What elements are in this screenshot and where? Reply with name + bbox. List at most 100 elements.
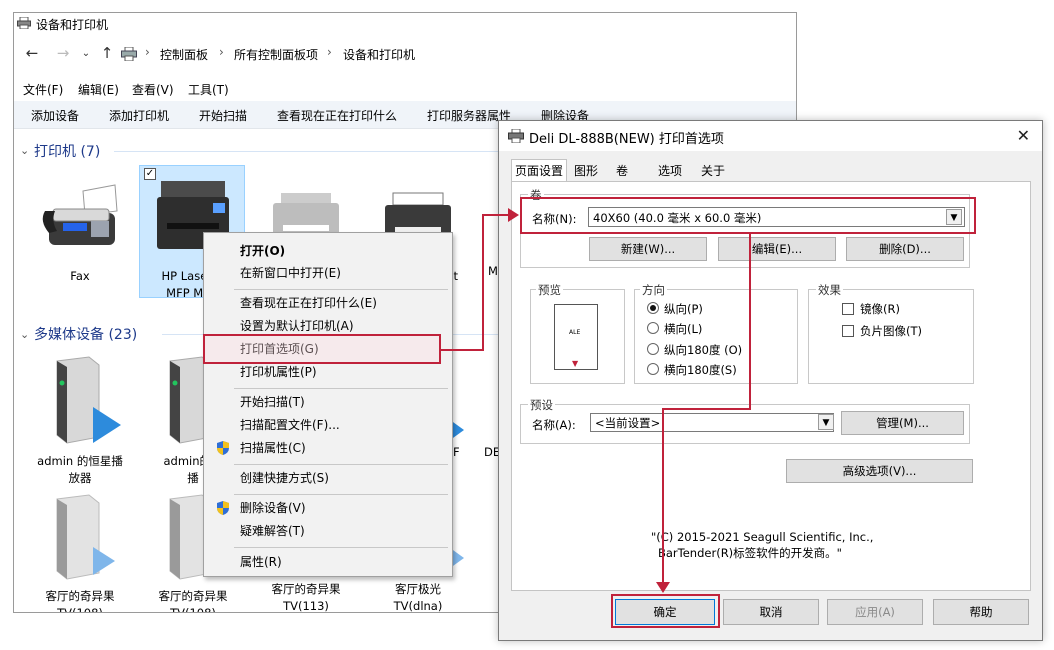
mirror-checkbox[interactable] (842, 303, 854, 315)
menu-separator (234, 388, 448, 389)
see-printing-button[interactable]: 查看现在正在打印什么 (277, 107, 397, 124)
media-server-icon (56, 494, 115, 580)
explorer-titlebar: 设备和打印机 (14, 13, 796, 35)
tab-options[interactable]: 选项 (655, 160, 685, 181)
menu-item-see-printing[interactable]: 查看现在正在打印什么(E) (204, 292, 452, 314)
menu-item-properties[interactable]: 属性(R) (204, 551, 452, 573)
device-label-line2: TV(dlna) (393, 599, 443, 613)
media-group-header[interactable]: 多媒体设备 (23) (34, 324, 137, 344)
menu-item-remove-device[interactable]: 删除设备(V) (204, 497, 452, 519)
dialog-titlebar: Deli DL-888B(NEW) 打印首选项 ✕ (499, 121, 1042, 151)
annotation-arrow (749, 234, 751, 410)
menu-separator (234, 464, 448, 465)
printer-icon (17, 17, 31, 29)
preview-text: ALE (569, 329, 581, 336)
back-arrow-icon[interactable]: ← (23, 44, 41, 62)
cancel-button[interactable]: 取消 (723, 599, 819, 625)
tab-roll[interactable]: 卷 (613, 160, 631, 181)
advanced-options-button[interactable]: 高级选项(V)... (786, 459, 973, 483)
arrowhead-icon (656, 582, 670, 593)
menu-item-printer-properties[interactable]: 打印机属性(P) (204, 361, 452, 383)
menu-tools[interactable]: 工具(T) (188, 81, 229, 98)
menu-item-open-new-window[interactable]: 在新窗口中打开(E) (204, 262, 452, 284)
printers-group-header[interactable]: 打印机 (7) (34, 141, 100, 161)
manage-presets-button[interactable]: 管理(M)... (841, 411, 964, 435)
device-label-line1: 客厅的奇异果 (271, 582, 341, 596)
window-title: 设备和打印机 (36, 18, 109, 32)
arrowhead-icon (508, 208, 519, 222)
control-panel-icon (121, 47, 137, 61)
menu-file[interactable]: 文件(F) (23, 81, 63, 98)
menu-separator (234, 494, 448, 495)
orientation-portrait180-label: 纵向180度 (O) (664, 343, 743, 357)
device-label-line2: TV(108) (57, 606, 103, 613)
device-label-line1: 客厅的奇异果 (158, 589, 228, 603)
device-label-line2: TV(113) (283, 599, 329, 613)
orientation-landscape180-label: 横向180度(S) (664, 363, 737, 377)
device-label: Fax (70, 269, 90, 283)
tab-panel: 卷 名称(N): 40X60 (40.0 毫米 x 60.0 毫米) ▼ 新建(… (511, 181, 1031, 591)
annotation-arrow (482, 214, 510, 216)
device-label-line2: TV(108) (170, 606, 216, 613)
menu-item-start-scan[interactable]: 开始扫描(T) (204, 391, 452, 413)
fax-icon (42, 184, 118, 245)
media-device[interactable]: 客厅的奇异果 TV(108) (26, 491, 134, 613)
close-icon[interactable]: ✕ (1017, 126, 1030, 145)
address-bar: ← → ⌄ ↑ › 控制面板 › 所有控制面板项 › 设备和打印机 (14, 40, 796, 66)
orientation-landscape180-radio[interactable] (647, 363, 659, 375)
tab-graphics[interactable]: 图形 (571, 160, 601, 181)
annotation-arrow (662, 408, 751, 410)
menu-item-scan-properties[interactable]: 扫描属性(C) (204, 437, 452, 459)
orientation-portrait180-radio[interactable] (647, 343, 659, 355)
breadcrumb-all-items[interactable]: 所有控制面板项 (234, 46, 318, 63)
menu-edit[interactable]: 编辑(E) (78, 81, 119, 98)
menu-item-troubleshoot[interactable]: 疑难解答(T) (204, 520, 452, 542)
device-fax[interactable]: Fax (26, 173, 134, 285)
forward-arrow-icon[interactable]: → (54, 44, 72, 62)
negative-checkbox[interactable] (842, 325, 854, 337)
menu-view[interactable]: 查看(V) (132, 81, 174, 98)
orientation-landscape-radio[interactable] (647, 322, 659, 334)
new-stock-button[interactable]: 新建(W)... (589, 237, 707, 261)
edit-stock-button[interactable]: 编辑(E)... (718, 237, 836, 261)
collapse-chevron-icon[interactable]: ⌄ (20, 328, 29, 341)
annotation-arrow (482, 214, 484, 351)
breadcrumb-control-panel[interactable]: 控制面板 (160, 46, 208, 63)
collapse-chevron-icon[interactable]: ⌄ (20, 144, 29, 157)
breadcrumb-separator-icon: › (327, 45, 332, 59)
menu-item-open[interactable]: 打开(O) (204, 240, 452, 262)
add-printer-button[interactable]: 添加打印机 (109, 107, 169, 124)
menu-item-scan-profiles[interactable]: 扫描配置文件(F)... (204, 414, 452, 436)
dropdown-arrow-icon[interactable]: ▼ (818, 414, 834, 430)
copyright-text-line2: BarTender(R)标签软件的开发商。" (658, 546, 842, 560)
device-label: M (488, 264, 498, 278)
tab-about[interactable]: 关于 (698, 160, 728, 181)
tab-page-setup[interactable]: 页面设置 (511, 159, 568, 182)
preset-select[interactable]: <当前设置> (590, 413, 834, 432)
device-label-line1: 客厅极光 (395, 582, 441, 596)
orientation-group-label: 方向 (640, 282, 667, 298)
device-label-line2: 放器 (68, 471, 92, 485)
preset-group-label: 预设 (528, 397, 555, 413)
menu-bar: 文件(F) 编辑(E) 查看(V) 工具(T) (14, 79, 796, 99)
media-device[interactable]: admin 的恒星播 放器 (26, 353, 134, 487)
help-button[interactable]: 帮助 (933, 599, 1029, 625)
negative-label: 负片图像(T) (860, 324, 922, 338)
orientation-portrait-radio[interactable] (647, 302, 659, 314)
media-device[interactable]: 客厅的奇异果 TV(113) (252, 581, 360, 613)
chevron-down-icon[interactable]: ⌄ (77, 48, 95, 59)
breadcrumb-separator-icon: › (219, 45, 224, 59)
media-server-icon (56, 356, 121, 444)
breadcrumb-separator-icon: › (145, 45, 150, 59)
start-scan-button[interactable]: 开始扫描 (199, 107, 247, 124)
delete-stock-button[interactable]: 删除(D)... (846, 237, 964, 261)
add-device-button[interactable]: 添加设备 (31, 107, 79, 124)
up-arrow-icon[interactable]: ↑ (98, 44, 116, 62)
feed-direction-icon: ▼ (572, 359, 579, 368)
copyright-text-line1: "(C) 2015-2021 Seagull Scientific, Inc., (651, 530, 874, 544)
effects-group-label: 效果 (816, 282, 843, 298)
menu-item-create-shortcut[interactable]: 创建快捷方式(S) (204, 467, 452, 489)
breadcrumb-devices-printers[interactable]: 设备和打印机 (343, 46, 415, 63)
apply-button[interactable]: 应用(A) (827, 599, 923, 625)
media-device[interactable]: 客厅极光 TV(dlna) (364, 581, 472, 613)
